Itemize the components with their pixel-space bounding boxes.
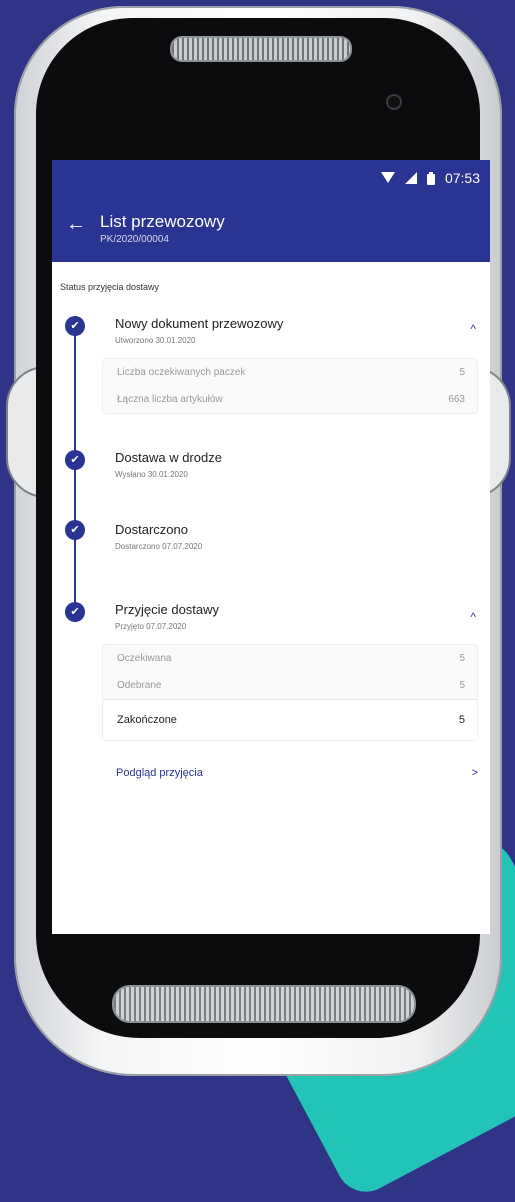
step-title: Przyjęcie dostawy [115,602,220,617]
detail-value: 5 [459,680,465,691]
detail-value: 5 [459,653,465,664]
app-bar: ← List przewozowy PK/2020/00004 [52,196,490,262]
step-title: Dostawa w drodze [115,450,222,465]
check-circle-icon: ✔ [65,450,85,470]
detail-label: Liczba oczekiwanych paczek [117,367,246,378]
bottom-speaker [112,985,416,1023]
detail-label: Odebrane [117,680,162,691]
arrow-left-icon[interactable]: ← [52,212,100,236]
detail-value: 663 [448,394,465,405]
check-circle-icon: ✔ [65,520,85,540]
step-date: Dostarczono 07.07.2020 [115,542,203,551]
step-details: Liczba oczekiwanych paczek 5 Łączna licz… [102,358,478,414]
section-label: Status przyjęcia dostawy [60,282,160,292]
step-title: Dostarczono [115,522,188,537]
app-bar-titles: List przewozowy PK/2020/00004 [100,212,225,245]
detail-row: Odebrane 5 [103,672,477,699]
wifi-icon [380,172,395,184]
check-circle-icon: ✔ [65,602,85,622]
step-details: Oczekiwana 5 Odebrane 5 Zakończone 5 [102,644,478,741]
check-circle-icon: ✔ [65,316,85,336]
step-date: Utworzono 30.01.2020 [115,336,196,345]
step-date: Wysłano 30.01.2020 [115,470,188,479]
detail-value: 5 [459,367,465,378]
status-time: 07:53 [444,170,480,186]
device-screen: 07:53 ← List przewozowy PK/2020/00004 St… [52,160,490,934]
front-camera [386,94,402,110]
detail-row: Łączna liczba artykułów 663 [103,386,477,413]
detail-label: Łączna liczba artykułów [117,394,223,405]
battery-icon [426,171,435,185]
status-timeline: ✔ Nowy dokument przewozowy Utworzono 30.… [52,296,490,856]
detail-label: Zakończone [117,714,177,726]
chevron-right-icon: > [471,767,478,779]
detail-label: Oczekiwana [117,653,172,664]
detail-row: Liczba oczekiwanych paczek 5 [103,359,477,386]
chevron-up-icon[interactable]: ^ [470,610,476,624]
page-title: List przewozowy [100,212,225,231]
step-title: Nowy dokument przewozowy [115,316,284,331]
link-label: Podgląd przyjęcia [116,767,203,779]
step-date: Przyjęto 07.07.2020 [115,622,187,631]
signal-icon [404,172,417,184]
document-number: PK/2020/00004 [100,234,169,245]
detail-value: 5 [458,714,465,726]
earpiece-speaker [170,36,352,62]
chevron-up-icon[interactable]: ^ [470,322,476,336]
detail-row-completed: Zakończone 5 [103,699,477,740]
status-bar: 07:53 [52,160,490,196]
view-receipt-link[interactable]: Podgląd przyjęcia > [116,758,478,788]
detail-row: Oczekiwana 5 [103,645,477,672]
